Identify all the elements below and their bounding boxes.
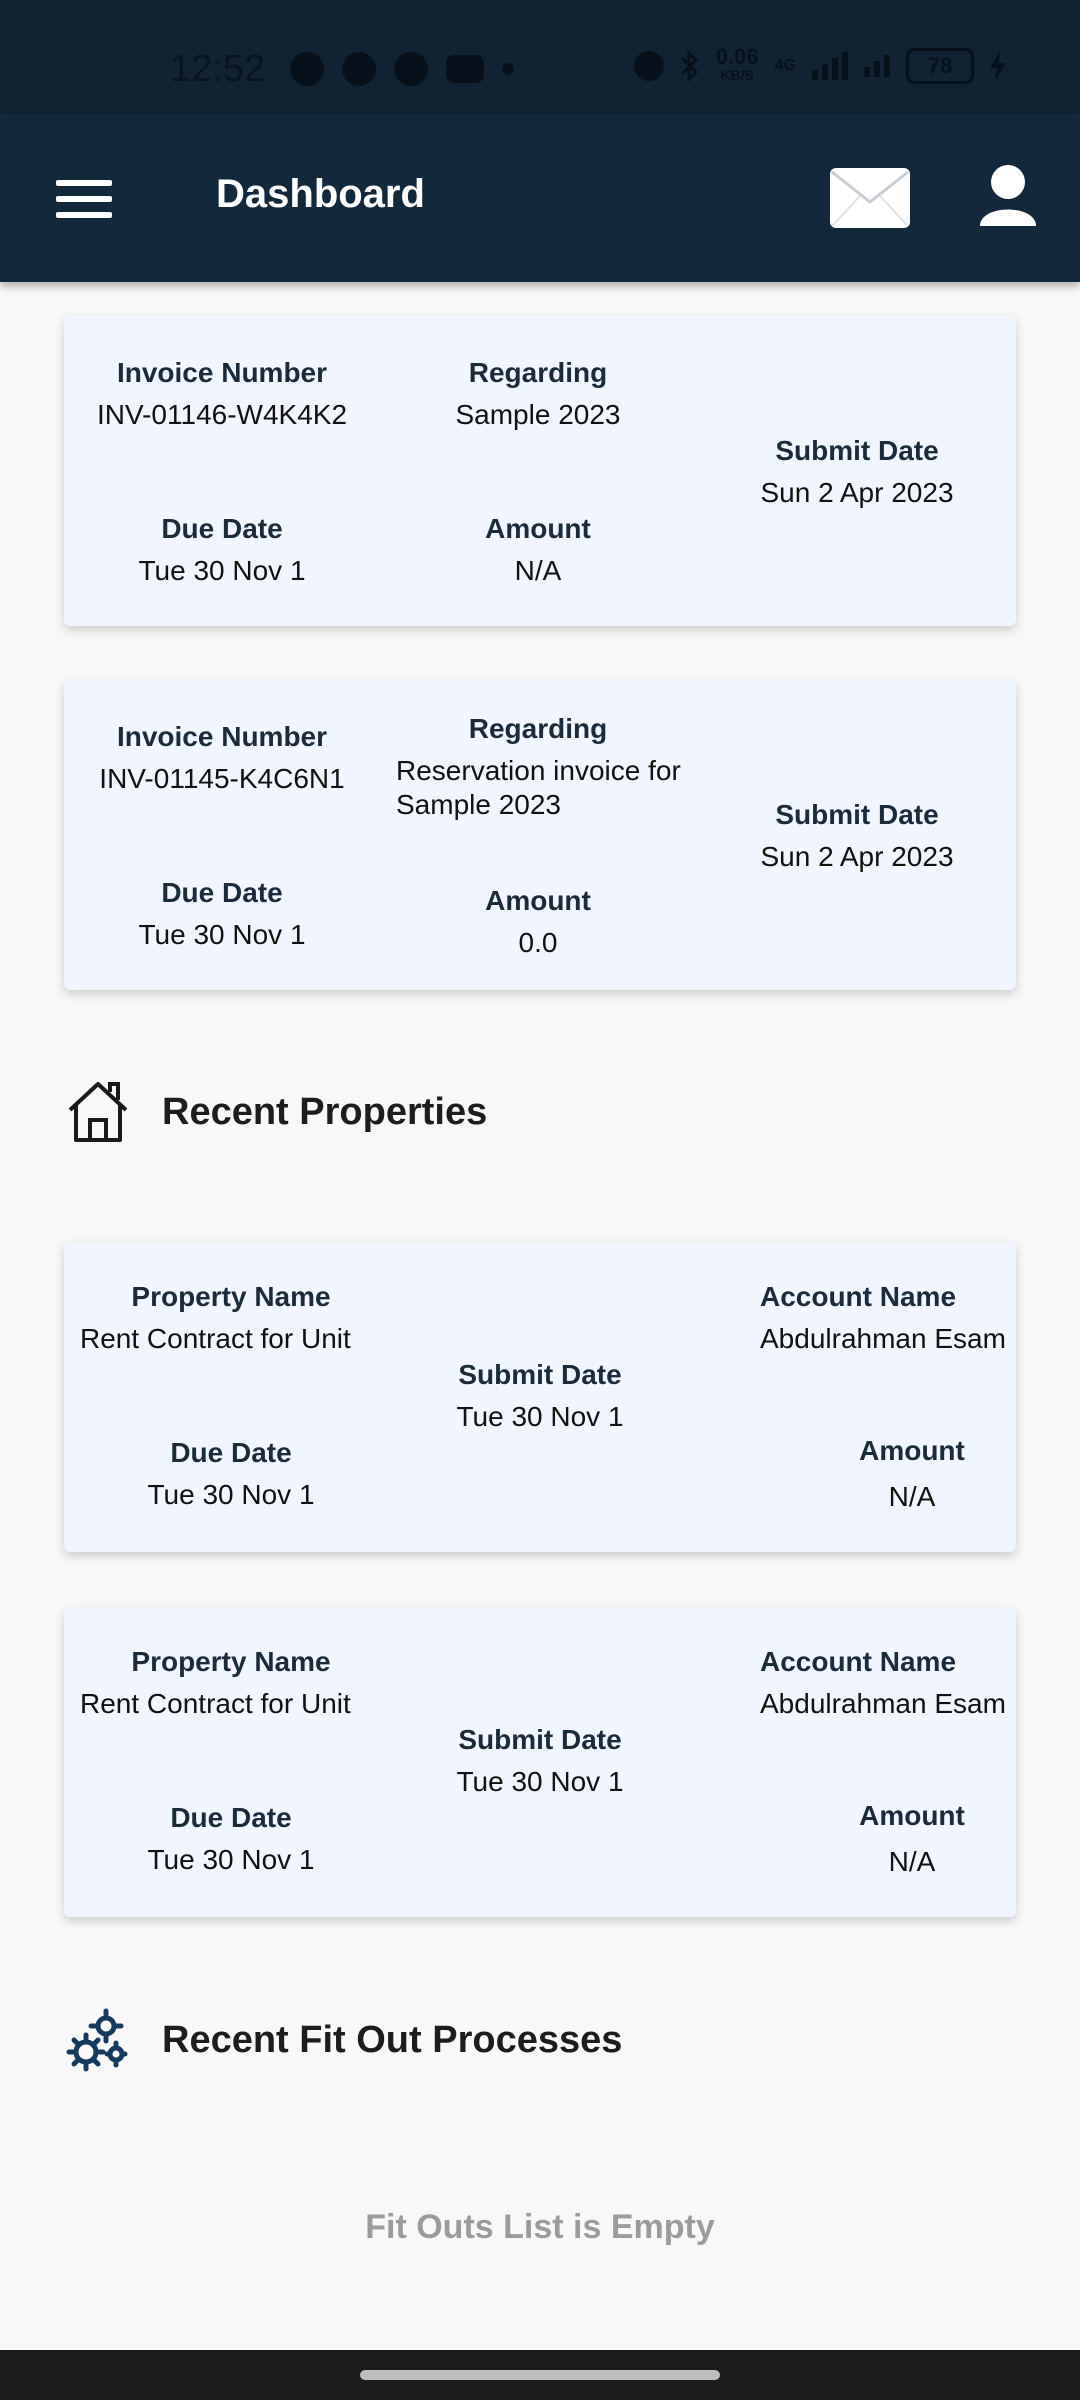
amount-label: Amount — [859, 1800, 965, 1831]
due-date-label: Due Date — [170, 1437, 292, 1468]
account-name-value: Abdulrahman Esam — [760, 1323, 1006, 1354]
property-name-field: Property Name Rent Contract for Unit — [64, 1280, 398, 1356]
account-name-value: Abdulrahman Esam — [760, 1688, 1006, 1719]
amount-label: Amount — [859, 1435, 965, 1466]
property-card[interactable]: Property Name Rent Contract for Unit Acc… — [64, 1607, 1016, 1917]
envelope-icon[interactable] — [830, 168, 910, 228]
signal-icon-2 — [864, 55, 890, 77]
due-date-field: Due Date Tue 30 Nov 1 — [64, 1436, 398, 1512]
due-date-value: Tue 30 Nov 1 — [147, 1844, 315, 1875]
amount-field: Amount N/A — [380, 512, 696, 588]
account-name-field: Account Name Abdulrahman Esam — [700, 1280, 1016, 1356]
due-date-field: Due Date Tue 30 Nov 1 — [64, 512, 380, 588]
data-speed-value: 0.06 — [715, 44, 759, 69]
submit-date-label: Submit Date — [775, 435, 939, 466]
recent-properties-header: Recent Properties — [64, 1078, 487, 1146]
home-gesture-handle[interactable] — [360, 2370, 720, 2380]
invoice-card[interactable]: Invoice Number INV-01145-K4C6N1 Regardin… — [64, 680, 1016, 990]
submit-date-value: Sun 2 Apr 2023 — [760, 841, 954, 872]
charging-icon — [990, 51, 1006, 81]
amount-field: Amount N/A — [754, 1434, 1070, 1514]
more-notifications-dot — [502, 63, 514, 75]
due-date-value: Tue 30 Nov 1 — [138, 919, 306, 950]
amount-value: N/A — [514, 555, 562, 586]
account-name-field: Account Name Abdulrahman Esam — [700, 1645, 1016, 1721]
submit-date-value: Sun 2 Apr 2023 — [760, 477, 954, 508]
gears-icon — [66, 2008, 128, 2072]
submit-date-label: Submit Date — [775, 799, 939, 830]
submit-date-label: Submit Date — [458, 1724, 622, 1755]
submit-date-field: Submit Date Tue 30 Nov 1 — [382, 1358, 698, 1434]
due-date-label: Due Date — [161, 513, 283, 544]
invoice-number-value: INV-01145-K4C6N1 — [99, 763, 345, 794]
status-time: 12:52 — [170, 48, 266, 90]
telegram-icon — [342, 52, 376, 86]
property-card[interactable]: Property Name Rent Contract for Unit Acc… — [64, 1242, 1016, 1552]
invoice-number-field: Invoice Number INV-01146-W4K4K2 — [64, 356, 380, 432]
account-name-label: Account Name — [759, 1281, 957, 1312]
property-name-value: Rent Contract for Unit — [80, 1688, 351, 1719]
recent-fit-out-header: Recent Fit Out Processes — [64, 2006, 622, 2074]
system-nav-bar — [0, 2350, 1080, 2400]
house-icon — [68, 1082, 128, 1142]
property-name-label: Property Name — [131, 1281, 331, 1312]
property-name-value: Rent Contract for Unit — [80, 1323, 351, 1354]
regarding-label: Regarding — [468, 713, 608, 744]
submit-date-field: Submit Date Tue 30 Nov 1 — [382, 1723, 698, 1799]
submit-date-label: Submit Date — [458, 1359, 622, 1390]
amount-value: N/A — [888, 1481, 936, 1512]
due-date-value: Tue 30 Nov 1 — [138, 555, 306, 586]
property-name-field: Property Name Rent Contract for Unit — [64, 1645, 398, 1721]
user-icon[interactable] — [978, 164, 1038, 228]
system-icons: 0.06 KB/S 4G 78 — [633, 44, 1006, 84]
chat-icon — [394, 52, 428, 86]
regarding-label: Regarding — [468, 357, 608, 388]
invoice-number-label: Invoice Number — [116, 721, 328, 752]
network-type: 4G — [774, 57, 796, 74]
account-name-label: Account Name — [759, 1646, 957, 1677]
amount-label: Amount — [485, 885, 591, 916]
youtube-icon — [446, 55, 484, 83]
app-bar: Dashboard — [0, 114, 1080, 282]
hamburger-menu-icon[interactable] — [56, 180, 112, 218]
submit-date-field: Submit Date Sun 2 Apr 2023 — [698, 798, 1016, 874]
status-bar: 12:52 0.06 KB/S 4G 78 — [0, 0, 1080, 114]
invoice-number-label: Invoice Number — [116, 357, 328, 388]
invoice-card[interactable]: Invoice Number INV-01146-W4K4K2 Regardin… — [64, 316, 1016, 626]
empty-list-message: Fit Outs List is Empty — [365, 2208, 715, 2246]
invoice-number-value: INV-01146-W4K4K2 — [96, 399, 348, 430]
amount-label: Amount — [485, 513, 591, 544]
recent-properties-title: Recent Properties — [162, 1090, 488, 1133]
submit-date-value: Tue 30 Nov 1 — [456, 1401, 624, 1432]
regarding-field: Regarding Sample 2023 — [380, 356, 696, 432]
regarding-value: Sample 2023 — [455, 399, 621, 430]
alarm-icon — [633, 51, 664, 81]
submit-date-value: Tue 30 Nov 1 — [456, 1766, 624, 1797]
regarding-value: Reservation invoice for Sample 2023 — [396, 755, 681, 820]
amount-field: Amount N/A — [754, 1799, 1070, 1879]
regarding-field: Regarding Reservation invoice for Sample… — [380, 712, 696, 822]
due-date-label: Due Date — [170, 1802, 292, 1833]
submit-date-field: Submit Date Sun 2 Apr 2023 — [698, 434, 1016, 510]
signal-icon — [812, 52, 848, 80]
amount-value: 0.0 — [518, 927, 558, 958]
due-date-label: Due Date — [161, 877, 283, 908]
due-date-field: Due Date Tue 30 Nov 1 — [64, 1801, 398, 1877]
amount-field: Amount 0.0 — [380, 884, 696, 960]
invoice-number-field: Invoice Number INV-01145-K4C6N1 — [64, 720, 380, 796]
amount-value: N/A — [888, 1846, 936, 1877]
due-date-field: Due Date Tue 30 Nov 1 — [64, 876, 380, 952]
property-name-label: Property Name — [131, 1646, 331, 1677]
bluetooth-icon — [680, 50, 698, 82]
page-title: Dashboard — [216, 172, 425, 216]
battery-icon: 78 — [906, 48, 974, 84]
due-date-value: Tue 30 Nov 1 — [147, 1479, 315, 1510]
recent-fit-out-title: Recent Fit Out Processes — [162, 2018, 623, 2061]
whatsapp-icon — [290, 52, 324, 86]
notification-icons — [290, 52, 514, 86]
data-speed-unit: KB/S — [720, 67, 754, 83]
data-speed: 0.06 KB/S — [715, 44, 759, 84]
